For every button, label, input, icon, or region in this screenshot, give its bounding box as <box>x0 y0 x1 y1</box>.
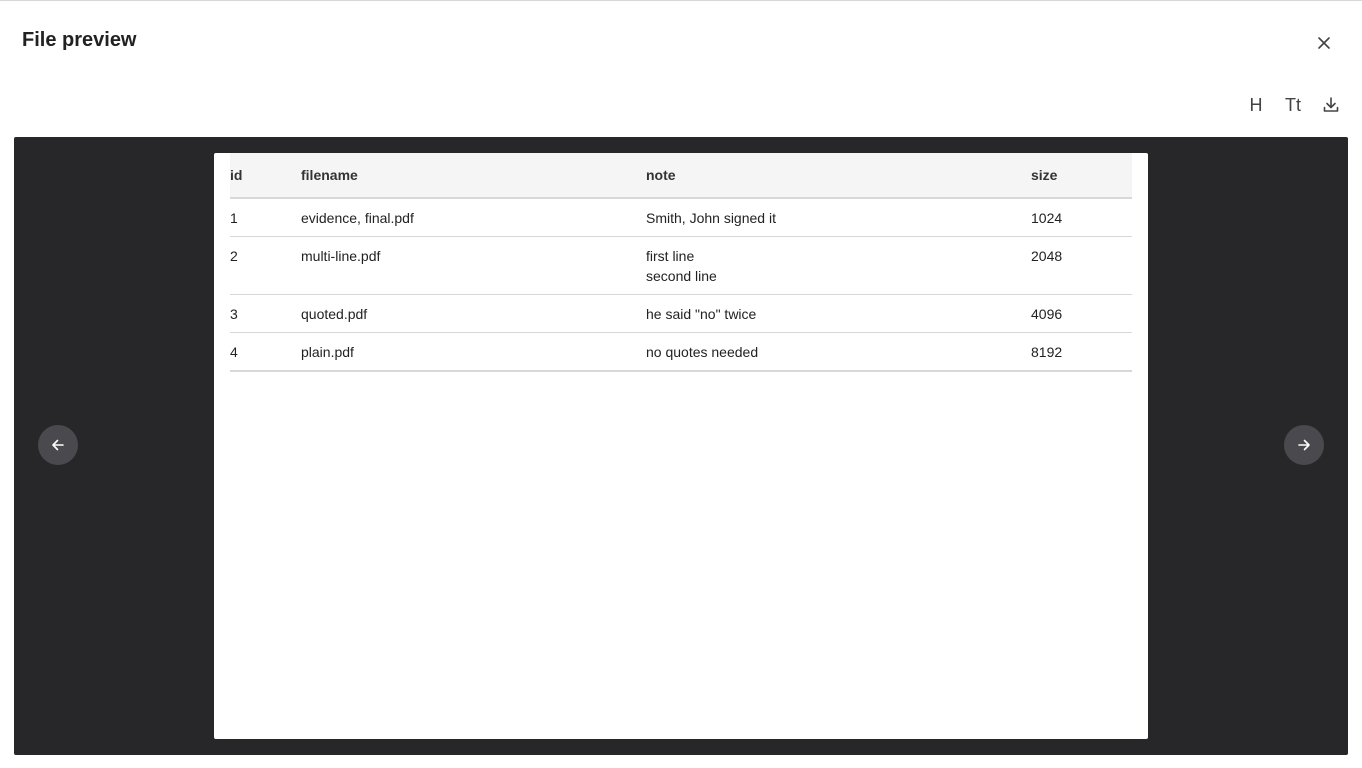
close-icon <box>1318 37 1330 49</box>
next-file-button[interactable] <box>1284 425 1324 465</box>
cell-size: 8192 <box>1031 332 1132 372</box>
table-row: 2 multi-line.pdf first line second line … <box>230 236 1132 295</box>
cell-filename: multi-line.pdf <box>301 236 646 295</box>
cell-filename: plain.pdf <box>301 332 646 372</box>
file-preview-dialog: File preview H Tt id filename note size … <box>0 0 1362 768</box>
column-header-note: note <box>646 153 1031 199</box>
cell-id: 3 <box>230 294 301 333</box>
cell-size: 2048 <box>1031 236 1132 295</box>
download-button[interactable] <box>1320 93 1342 117</box>
cell-filename: evidence, final.pdf <box>301 198 646 237</box>
table-row: 1 evidence, final.pdf Smith, John signed… <box>230 198 1132 237</box>
cell-size: 4096 <box>1031 294 1132 333</box>
dialog-title: File preview <box>22 29 137 51</box>
heading-toggle-button[interactable]: H <box>1246 93 1266 117</box>
note-line: Smith, John signed it <box>646 210 776 226</box>
cell-id: 4 <box>230 332 301 372</box>
download-icon <box>1323 97 1339 112</box>
arrow-right-icon <box>1298 439 1310 451</box>
cell-note: no quotes needed <box>646 332 1031 372</box>
table-row: 3 quoted.pdf he said "no" twice 4096 <box>230 294 1132 333</box>
document-page: id filename note size 1 evidence, final.… <box>214 153 1148 739</box>
note-line: second line <box>646 268 717 284</box>
close-button[interactable] <box>1312 31 1336 55</box>
cell-note: Smith, John signed it <box>646 198 1031 237</box>
cell-id: 1 <box>230 198 301 237</box>
arrow-left-icon <box>52 439 64 451</box>
preview-toolbar: H Tt <box>1240 93 1350 117</box>
text-size-icon: Tt <box>1285 94 1301 115</box>
table-row: 4 plain.pdf no quotes needed 8192 <box>230 332 1132 372</box>
cell-filename: quoted.pdf <box>301 294 646 333</box>
table-header-row: id filename note size <box>230 153 1132 199</box>
text-size-button[interactable]: Tt <box>1280 93 1306 117</box>
document-table: id filename note size 1 evidence, final.… <box>230 153 1132 372</box>
note-line: he said "no" twice <box>646 306 757 322</box>
preview-viewer: id filename note size 1 evidence, final.… <box>14 137 1348 755</box>
cell-id: 2 <box>230 236 301 295</box>
previous-file-button[interactable] <box>38 425 78 465</box>
heading-icon: H <box>1249 94 1263 115</box>
column-header-id: id <box>230 153 301 199</box>
cell-size: 1024 <box>1031 198 1132 237</box>
column-header-filename: filename <box>301 153 646 199</box>
cell-note: he said "no" twice <box>646 294 1031 333</box>
column-header-size: size <box>1031 153 1132 199</box>
cell-note: first line second line <box>646 236 1031 295</box>
note-line: first line <box>646 248 695 264</box>
note-line: no quotes needed <box>646 344 759 360</box>
